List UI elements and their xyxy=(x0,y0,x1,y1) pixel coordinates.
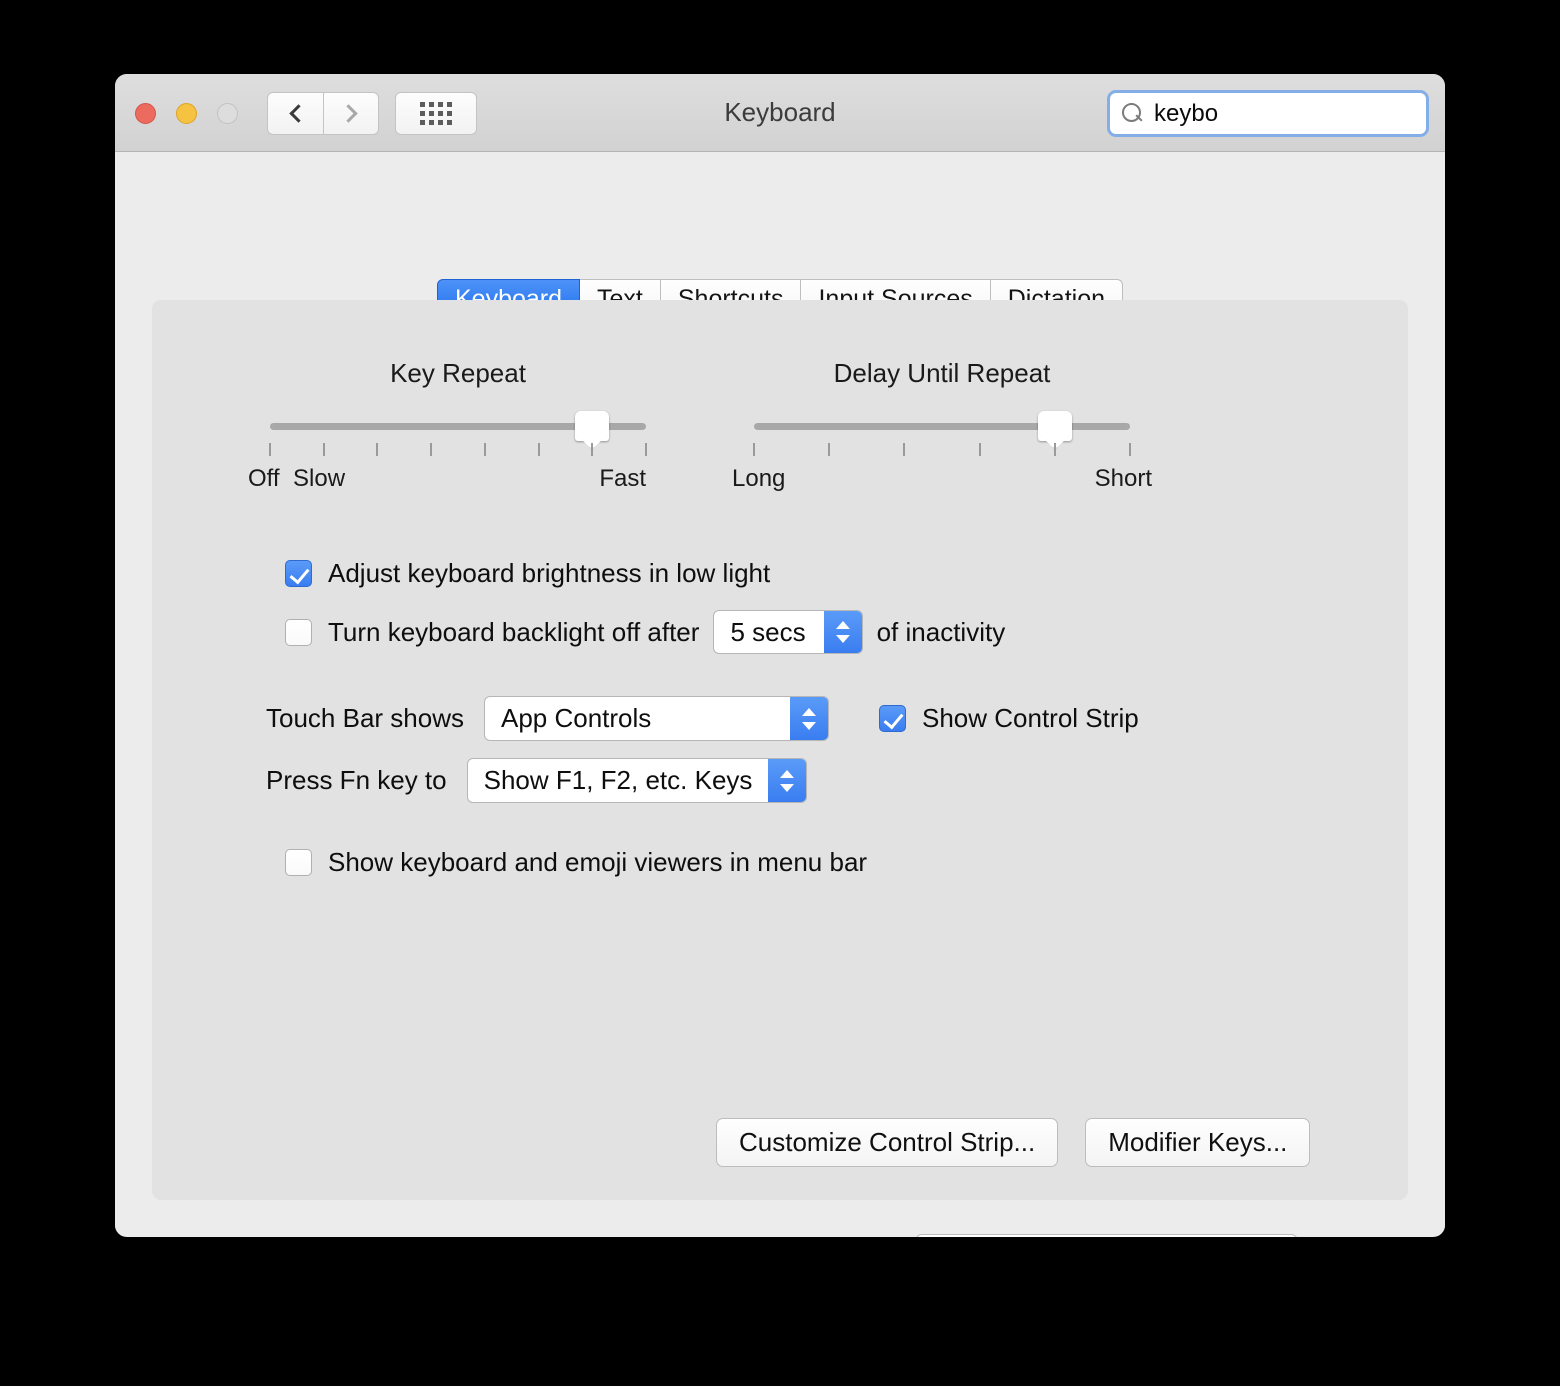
fn-key-row: Press Fn key to Show F1, F2, etc. Keys xyxy=(266,758,808,803)
key-repeat-thumb[interactable] xyxy=(575,411,610,441)
key-repeat-label-slow: Slow xyxy=(293,465,346,492)
preferences-window: Keyboard Keyboard Text Shortcuts Input S… xyxy=(115,74,1445,1237)
backlight-off-suffix: of inactivity xyxy=(876,616,1006,647)
popup-arrows-icon[interactable] xyxy=(789,697,828,740)
key-repeat-label-fast: Fast xyxy=(599,465,646,492)
search-field[interactable] xyxy=(1107,90,1445,137)
delay-thumb[interactable] xyxy=(1037,411,1072,441)
backlight-delay-value: 5 secs xyxy=(730,616,806,647)
key-repeat-ticks xyxy=(248,443,668,459)
search-input[interactable] xyxy=(1144,99,1445,128)
control-strip-label: Show Control Strip xyxy=(921,703,1139,733)
touch-bar-row: Touch Bar shows App Controls Show Contro… xyxy=(266,696,1139,741)
key-repeat-slider-group: Key Repeat Off Slow Fast xyxy=(248,358,668,495)
adjust-brightness-checkbox[interactable] xyxy=(285,560,312,587)
show-viewers-row[interactable]: Show keyboard and emoji viewers in menu … xyxy=(285,847,867,878)
show-viewers-label: Show keyboard and emoji viewers in menu … xyxy=(328,847,868,877)
control-strip-checkbox[interactable] xyxy=(878,705,906,732)
touch-bar-label: Touch Bar shows xyxy=(266,703,464,733)
adjust-brightness-label: Adjust keyboard brightness in low light xyxy=(328,558,771,588)
delay-slider-group: Delay Until Repeat Long Short xyxy=(732,358,1152,495)
backlight-delay-stepper[interactable]: 5 secs xyxy=(713,610,863,654)
delay-label-short: Short xyxy=(1094,465,1152,492)
window-toolbar: Keyboard xyxy=(115,74,1445,152)
backlight-off-checkbox[interactable] xyxy=(285,618,312,646)
customize-control-strip-button[interactable]: Customize Control Strip... xyxy=(716,1118,1059,1167)
delay-slider[interactable] xyxy=(732,411,1152,441)
delay-label-long: Long xyxy=(732,465,786,492)
backlight-off-row[interactable]: Turn keyboard backlight off after 5 secs… xyxy=(285,610,1005,654)
key-repeat-slider[interactable] xyxy=(248,411,668,441)
set-up-bluetooth-keyboard-button[interactable]: Set Up Bluetooth Keyboard... xyxy=(915,1234,1298,1237)
fn-key-popup[interactable]: Show F1, F2, etc. Keys xyxy=(466,758,808,803)
fn-key-value: Show F1, F2, etc. Keys xyxy=(483,765,753,795)
delay-ticks xyxy=(732,443,1152,459)
touch-bar-value: App Controls xyxy=(500,703,652,733)
settings-panel: Key Repeat Off Slow Fast Delay Until Rep… xyxy=(152,300,1408,1200)
preferences-body: Keyboard Text Shortcuts Input Sources Di… xyxy=(115,152,1445,1237)
window-bottom-buttons: Set Up Bluetooth Keyboard... ? xyxy=(915,1234,1369,1237)
key-repeat-label-off: Off xyxy=(248,465,280,492)
adjust-brightness-row[interactable]: Adjust keyboard brightness in low light xyxy=(285,558,770,589)
touch-bar-popup[interactable]: App Controls xyxy=(483,696,829,741)
key-repeat-labels: Off Slow Fast xyxy=(248,465,668,495)
fn-key-label: Press Fn key to xyxy=(266,765,447,795)
backlight-off-label: Turn keyboard backlight off after xyxy=(328,616,700,647)
search-icon xyxy=(1122,102,1144,125)
panel-buttons: Customize Control Strip... Modifier Keys… xyxy=(716,1118,1311,1167)
fn-popup-arrows-icon[interactable] xyxy=(768,759,807,802)
stepper-arrows-icon[interactable] xyxy=(823,611,862,653)
delay-labels: Long Short xyxy=(732,465,1152,495)
delay-title: Delay Until Repeat xyxy=(833,358,1051,388)
delay-track xyxy=(754,423,1130,430)
modifier-keys-button[interactable]: Modifier Keys... xyxy=(1085,1118,1311,1167)
key-repeat-title: Key Repeat xyxy=(390,358,526,388)
show-viewers-checkbox[interactable] xyxy=(285,849,312,876)
